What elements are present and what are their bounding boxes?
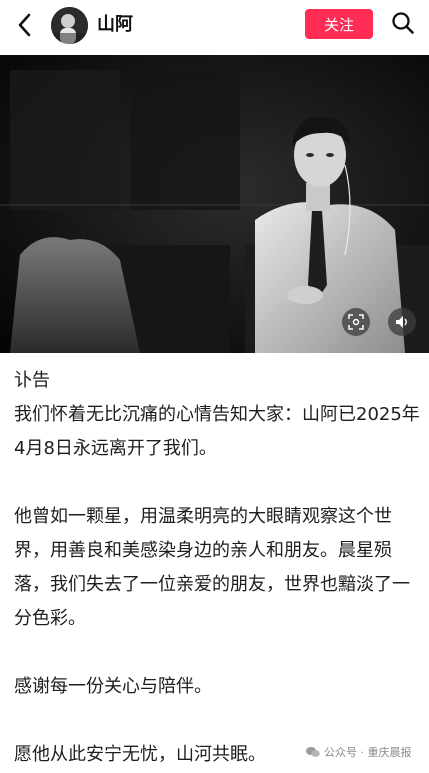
watermark: 公众号 · 重庆晨报 bbox=[306, 744, 412, 760]
sound-button[interactable] bbox=[388, 308, 416, 336]
paragraph-thanks: 感谢每一份关心与陪伴。 bbox=[14, 676, 212, 697]
search-button[interactable] bbox=[389, 9, 417, 37]
paragraph-tribute: 他曾如一颗星，用温柔明亮的大眼睛观察这个世界，用善良和美感染身边的亲人和朋友。晨… bbox=[14, 506, 410, 629]
back-arrow-icon bbox=[18, 13, 31, 37]
paragraph-announcement: 我们怀着无比沉痛的心情告知大家：山阿已2025年4月8日永远离开了我们。 bbox=[14, 404, 420, 459]
username[interactable]: 山阿 bbox=[97, 13, 133, 37]
search-icon bbox=[392, 12, 414, 34]
wechat-icon bbox=[306, 747, 320, 757]
scan-icon bbox=[348, 314, 364, 330]
follow-button[interactable]: 关注 bbox=[305, 9, 373, 39]
avatar[interactable] bbox=[51, 7, 88, 44]
article-body: 讣告 我们怀着无比沉痛的心情告知大家：山阿已2025年4月8日永远离开了我们。 … bbox=[14, 364, 420, 772]
sound-icon bbox=[396, 316, 407, 328]
watermark-text: 公众号 · 重庆晨报 bbox=[324, 746, 412, 759]
video-player[interactable] bbox=[0, 55, 429, 353]
back-button[interactable] bbox=[10, 10, 40, 40]
article-title: 讣告 bbox=[14, 370, 50, 391]
video-frame bbox=[0, 55, 429, 353]
scan-button[interactable] bbox=[342, 308, 370, 336]
top-bar: 山阿 关注 bbox=[0, 0, 429, 52]
